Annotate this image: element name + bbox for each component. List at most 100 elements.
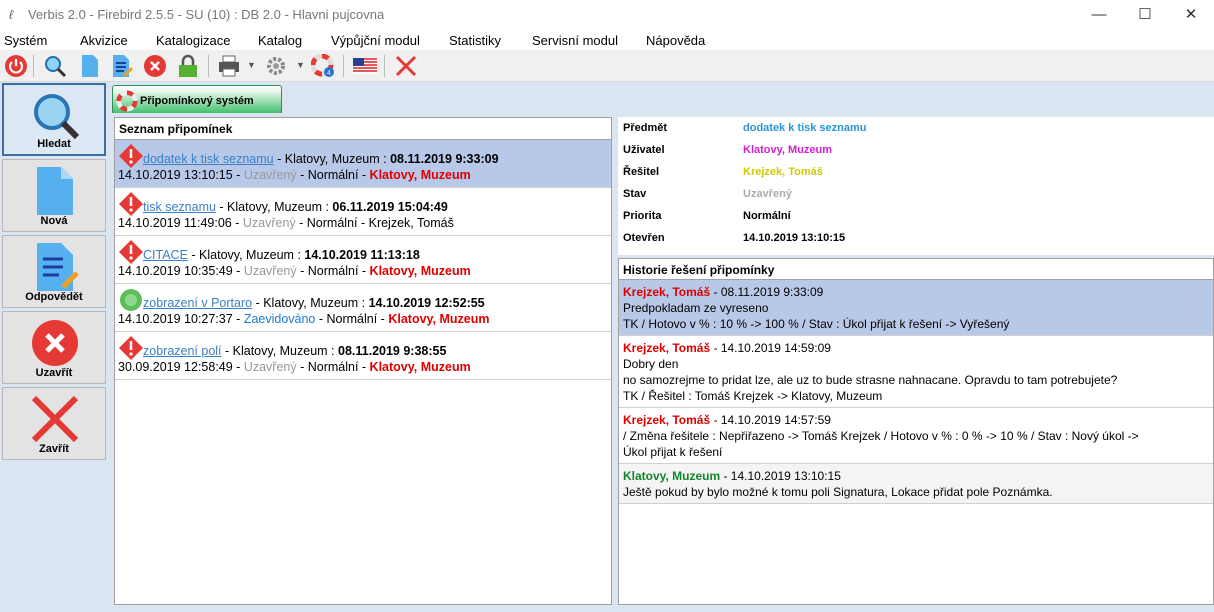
item-line1: zobrazení v Portaro - Klatovy, Muzeum : … <box>118 296 485 310</box>
list-item[interactable]: zobrazení polí - Klatovy, Muzeum : 08.11… <box>115 332 611 380</box>
menu-vypujcni-modul[interactable]: Výpůjční modul <box>331 33 420 48</box>
item-from: - Klatovy, Muzeum : <box>252 296 369 310</box>
tab-pripominkovy-system[interactable]: Připomínkový systém <box>112 85 282 113</box>
maximize-button[interactable]: ☐ <box>1122 0 1168 30</box>
detail-priority-label: Priorita <box>623 210 662 222</box>
menu-system[interactable]: Systém <box>4 33 47 48</box>
power-icon[interactable] <box>4 54 28 78</box>
close-icon[interactable] <box>394 54 418 78</box>
history-line: Úkol přijat k řešení <box>623 445 723 459</box>
print-icon[interactable] <box>217 54 241 78</box>
item-state: Uzavřený <box>243 264 297 278</box>
svg-text:4: 4 <box>327 70 331 77</box>
history-entry-head: Klatovy, Muzeum - 14.10.2019 13:10:15 <box>623 468 1213 484</box>
detail-subject-value: dodatek k tisk seznamu <box>743 122 867 134</box>
menu-servisni-modul[interactable]: Servisní modul <box>532 33 618 48</box>
close-window-button[interactable]: ✕ <box>1168 0 1214 30</box>
new-button-label: Nová <box>40 215 68 227</box>
item-line2: 14.10.2019 10:35:49 - Uzavřený - Normáln… <box>118 264 471 278</box>
item-line1: tisk seznamu - Klatovy, Muzeum : 06.11.2… <box>118 200 448 214</box>
item-subject-link[interactable]: zobrazení polí <box>143 344 222 358</box>
history-date: - 14.10.2019 14:57:59 <box>710 413 831 427</box>
detail-opened-label: Otevřen <box>623 232 665 244</box>
content-area: Připomínkový systém Seznam připomínek do… <box>110 82 1214 612</box>
item-sep: - <box>231 216 243 230</box>
edit-icon[interactable] <box>110 54 134 78</box>
left-action-panel: Hledat Nová Odpovědět Uzavřít Zavřít <box>0 82 110 612</box>
item-subject-link[interactable]: CITACE <box>143 248 188 262</box>
us-flag-icon[interactable] <box>353 54 377 78</box>
detail-panel: Předmět dodatek k tisk seznamu Uživatel … <box>618 117 1214 255</box>
minimize-button[interactable]: — <box>1076 0 1122 30</box>
new-button[interactable]: Nová <box>2 159 106 232</box>
item-sep: - <box>232 264 244 278</box>
item-line1: zobrazení polí - Klatovy, Muzeum : 08.11… <box>118 344 446 358</box>
history-entry[interactable]: Klatovy, Muzeum - 14.10.2019 13:10:15 Ješ… <box>619 464 1213 504</box>
list-item[interactable]: zobrazení v Portaro - Klatovy, Muzeum : … <box>115 284 611 332</box>
list-item[interactable]: tisk seznamu - Klatovy, Muzeum : 06.11.2… <box>115 188 611 236</box>
item-solver: Klatovy, Muzeum <box>369 168 471 182</box>
history-date: - 14.10.2019 14:59:09 <box>710 341 831 355</box>
item-subject-link[interactable]: dodatek k tisk seznamu <box>143 152 274 166</box>
history-line: TK / Řešitel : Tomáš Krejzek -> Klatovy,… <box>623 389 883 403</box>
menu-katalog[interactable]: Katalog <box>258 33 302 48</box>
cancel-icon[interactable] <box>143 54 167 78</box>
history-line: / Změna řešitele : Nepřiřazeno -> Tomáš … <box>623 429 1139 443</box>
lifebuoy-icon[interactable]: 4 <box>311 54 335 78</box>
item-sep: - <box>232 360 244 374</box>
history-entry[interactable]: Krejzek, Tomáš - 14.10.2019 14:59:09 Dobr… <box>619 336 1213 408</box>
history-author: Klatovy, Muzeum <box>623 469 721 483</box>
item-opened: 14.10.2019 10:35:49 <box>118 264 233 278</box>
detail-user-value: Klatovy, Muzeum <box>743 144 833 156</box>
item-line2: 14.10.2019 11:49:06 - Uzavřený - Normáln… <box>118 216 454 230</box>
history-entry-head: Krejzek, Tomáš - 14.10.2019 14:59:09 <box>623 340 1213 356</box>
history-panel: Historie řešení připomínky Krejzek, Tomá… <box>618 258 1214 605</box>
menu-statistiky[interactable]: Statistiky <box>449 33 501 48</box>
exit-button-label: Zavřít <box>39 443 69 455</box>
close-item-button[interactable]: Uzavřít <box>2 311 106 384</box>
cancel-circle-icon <box>32 320 78 366</box>
lifebuoy-icon <box>116 90 138 112</box>
close-item-button-label: Uzavřít <box>35 367 73 379</box>
menu-napoveda[interactable]: Nápověda <box>646 33 705 48</box>
search-button[interactable]: Hledat <box>2 83 106 156</box>
detail-solver-label: Řešitel <box>623 166 660 178</box>
detail-priority-value: Normální <box>743 210 791 222</box>
history-entry[interactable]: Krejzek, Tomáš - 08.11.2019 9:33:09 Predp… <box>619 280 1213 336</box>
title-bar: ℓ Verbis 2.0 - Firebird 2.5.5 - SU (10) … <box>0 0 1214 30</box>
menu-katalogizace[interactable]: Katalogizace <box>156 33 230 48</box>
list-item[interactable]: CITACE - Klatovy, Muzeum : 14.10.2019 11… <box>115 236 611 284</box>
history-entry[interactable]: Krejzek, Tomáš - 14.10.2019 14:57:59/ Zm… <box>619 408 1213 464</box>
item-priority: - Normální - <box>295 216 369 230</box>
item-opened: 30.09.2019 12:58:49 <box>118 360 233 374</box>
item-state: Uzavřený <box>243 360 297 374</box>
item-subject-link[interactable]: tisk seznamu <box>143 200 216 214</box>
item-subject-link[interactable]: zobrazení v Portaro <box>143 296 252 310</box>
detail-state-value: Uzavřený <box>743 188 792 200</box>
new-doc-icon[interactable] <box>78 54 102 78</box>
history-entry-head: Krejzek, Tomáš - 14.10.2019 14:57:59 <box>623 412 1213 428</box>
detail-user-label: Uživatel <box>623 144 665 156</box>
detail-subject-label: Předmět <box>623 122 668 134</box>
search-icon[interactable] <box>43 54 67 78</box>
item-solver: Klatovy, Muzeum <box>369 360 471 374</box>
lock-icon[interactable] <box>176 54 200 78</box>
history-author: Krejzek, Tomáš <box>623 341 711 355</box>
magnifier-icon <box>34 94 80 140</box>
menu-akvizice[interactable]: Akvizice <box>80 33 128 48</box>
reply-button[interactable]: Odpovědět <box>2 235 106 308</box>
search-button-label: Hledat <box>37 138 71 150</box>
history-line: Ještě pokud by bylo možné k tomu poli Si… <box>623 485 1053 499</box>
history-line: no samozrejme to pridat lze, ale uz to b… <box>623 373 1118 387</box>
exit-button[interactable]: Zavřít <box>2 387 106 460</box>
history-line: Predpokladam ze vyreseno <box>623 301 769 315</box>
list-item[interactable]: dodatek k tisk seznamu - Klatovy, Muzeum… <box>115 140 611 188</box>
detail-opened-value: 14.10.2019 13:10:15 <box>743 232 846 244</box>
gear-icon[interactable] <box>264 54 288 78</box>
item-state: Zaevidováno <box>243 312 316 326</box>
item-date: 08.11.2019 9:38:55 <box>338 344 447 358</box>
item-from: - Klatovy, Muzeum : <box>215 200 333 214</box>
item-state: Uzavřený <box>243 168 297 182</box>
tab-label: Připomínkový systém <box>140 95 254 107</box>
item-opened: 14.10.2019 11:49:06 <box>118 216 232 230</box>
